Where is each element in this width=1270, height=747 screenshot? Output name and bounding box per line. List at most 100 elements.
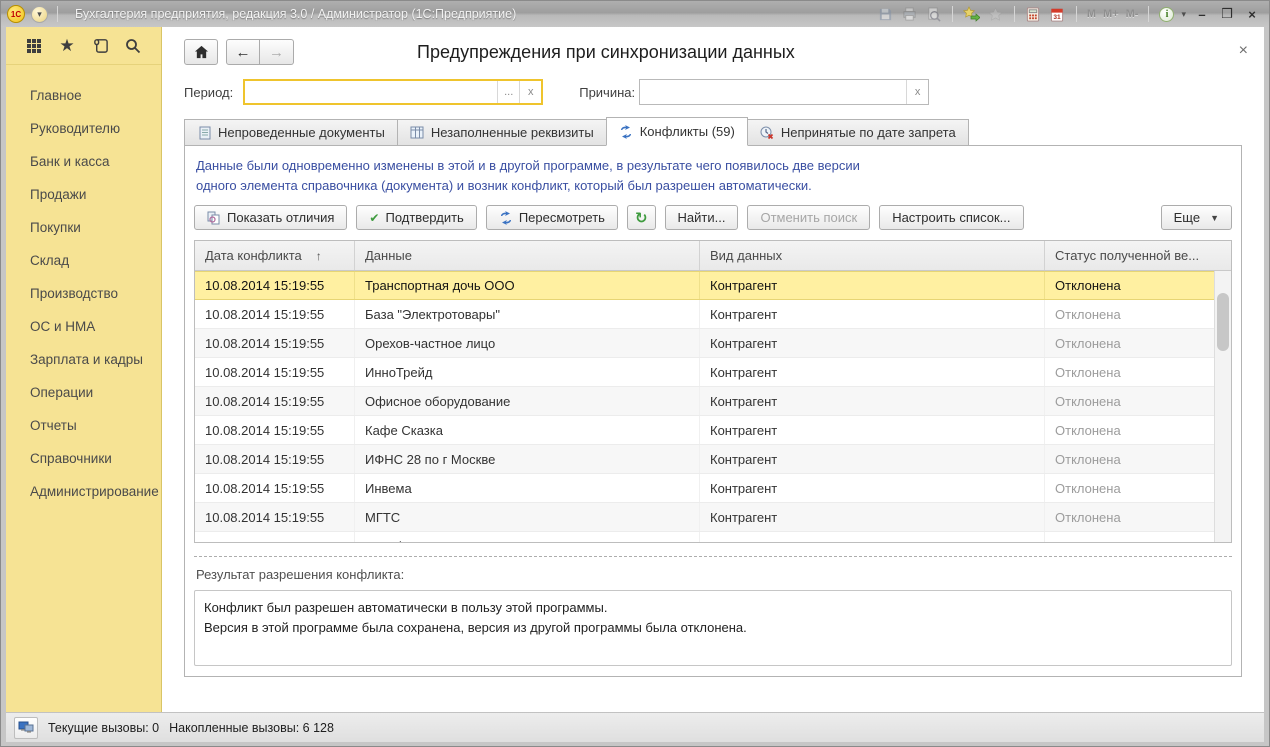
divider (57, 6, 58, 22)
column-header-status[interactable]: Статус полученной ве... (1045, 241, 1231, 270)
sidebar-item-pokupki[interactable]: Покупки (30, 211, 161, 244)
page-header: ← → Предупреждения при синхронизации дан… (162, 27, 1264, 71)
calculator-icon[interactable] (1025, 6, 1042, 22)
add-favorite-icon[interactable] (963, 6, 980, 22)
sidebar-item-operacii[interactable]: Операции (30, 376, 161, 409)
tab-nonposted-documents[interactable]: Непроведенные документы (184, 119, 398, 145)
find-button[interactable]: Найти... (665, 205, 739, 230)
info-caret-icon[interactable]: ▾ (1181, 9, 1186, 20)
description-line: Данные были одновременно изменены в этой… (196, 156, 1230, 176)
sidebar-item-glavnoe[interactable]: Главное (30, 79, 161, 112)
button-label: Отменить поиск (760, 210, 857, 225)
vertical-scrollbar[interactable] (1214, 271, 1231, 542)
cell-status: Отклонена (1045, 300, 1214, 328)
compare-icon (207, 211, 221, 225)
description-line: одного элемента справочника (документа) … (196, 176, 1230, 196)
cell-data: База "Электротовары" (355, 300, 700, 328)
table-row[interactable]: 10.08.2014 15:19:55 Кафе Сказка Контраге… (195, 416, 1214, 445)
back-button[interactable]: ← (226, 39, 260, 65)
home-button[interactable] (184, 39, 218, 65)
sidebar-item-zarplata[interactable]: Зарплата и кадры (30, 343, 161, 376)
maximize-button[interactable]: ❒ (1218, 6, 1236, 22)
column-header-kind[interactable]: Вид данных (700, 241, 1045, 270)
cell-data: Транспортная дочь ООО (355, 272, 700, 299)
back-arrow-icon: ← (236, 44, 251, 61)
sections-grid-icon[interactable] (24, 36, 44, 56)
table-row[interactable]: 10.08.2014 15:19:55 МГТС Контрагент Откл… (195, 503, 1214, 532)
period-input[interactable] (245, 81, 497, 103)
period-clear-button[interactable]: x (519, 81, 541, 103)
memory-plus-button: M+ (1103, 8, 1119, 20)
refresh-icon: ↻ (635, 209, 648, 227)
review-button[interactable]: Пересмотреть (486, 205, 618, 230)
reason-input[interactable] (640, 80, 906, 104)
sidebar-item-otchety[interactable]: Отчеты (30, 409, 161, 442)
table-row[interactable]: 10.08.2014 15:19:55 Инвема Контрагент От… (195, 474, 1214, 503)
conflict-description: Данные были одновременно изменены в этой… (194, 154, 1232, 201)
result-label: Результат разрешения конфликта: (194, 557, 1232, 590)
current-calls: Текущие вызовы: 0 (48, 721, 159, 735)
accumulated-calls: Накопленные вызовы: 6 128 (169, 721, 334, 735)
cell-date: 10.08.2014 15:19:55 (195, 416, 355, 444)
refresh-button[interactable]: ↻ (627, 205, 656, 230)
sidebar-item-administrirovanie[interactable]: Администрирование (30, 475, 161, 508)
table-row[interactable]: 10.08.2014 15:19:55 Аэрофлот Контрагент … (195, 532, 1214, 543)
column-label: Статус полученной ве... (1055, 248, 1199, 263)
column-label: Данные (365, 248, 412, 263)
column-header-data[interactable]: Данные (355, 241, 700, 270)
cell-date: 10.08.2014 15:19:55 (195, 532, 355, 543)
filter-row: Период: ... x Причина: x (162, 71, 1264, 113)
cell-status: Отклонена (1045, 387, 1214, 415)
column-header-date[interactable]: Дата конфликта ↑ (195, 241, 355, 270)
favorites-star-icon[interactable]: ★ (57, 36, 77, 56)
cell-kind: Контрагент (700, 272, 1045, 299)
server-calls-icon[interactable] (14, 717, 38, 739)
confirm-button[interactable]: ✔ Подтвердить (356, 205, 476, 230)
sidebar-item-sklad[interactable]: Склад (30, 244, 161, 277)
conflicts-panel: Данные были одновременно изменены в этой… (184, 146, 1242, 677)
button-label: Подтвердить (385, 210, 463, 225)
sync-conflict-icon (619, 125, 634, 139)
sidebar-item-prodazhi[interactable]: Продажи (30, 178, 161, 211)
result-line: Конфликт был разрешен автоматически в по… (204, 598, 1222, 618)
table-row[interactable]: 10.08.2014 15:19:55 Транспортная дочь ОО… (195, 271, 1214, 300)
tab-rejected-by-date[interactable]: Непринятые по дате запрета (747, 119, 969, 145)
history-icon[interactable] (90, 36, 110, 56)
tab-unfilled-attributes[interactable]: Незаполненные реквизиты (397, 119, 607, 145)
cell-date: 10.08.2014 15:19:55 (195, 387, 355, 415)
scrollbar-thumb[interactable] (1217, 293, 1229, 351)
reason-clear-button[interactable]: x (906, 80, 928, 104)
more-button[interactable]: Еще ▼ (1161, 205, 1232, 230)
table-row[interactable]: 10.08.2014 15:19:55 Орехов-частное лицо … (195, 329, 1214, 358)
button-label: Пересмотреть (519, 210, 605, 225)
configure-list-button[interactable]: Настроить список... (879, 205, 1023, 230)
main-menu-button[interactable]: ▾ (31, 6, 48, 23)
save-icon (877, 6, 894, 22)
sidebar-item-spravochniki[interactable]: Справочники (30, 442, 161, 475)
minimize-button[interactable]: – (1193, 7, 1211, 22)
table-row[interactable]: 10.08.2014 15:19:55 ИнноТрейд Контрагент… (195, 358, 1214, 387)
tab-conflicts[interactable]: Конфликты (59) (606, 117, 748, 146)
table-row[interactable]: 10.08.2014 15:19:55 ИФНС 28 по г Москве … (195, 445, 1214, 474)
table-row[interactable]: 10.08.2014 15:19:55 База "Электротовары"… (195, 300, 1214, 329)
table-header: Дата конфликта ↑ Данные Вид данных Стату… (195, 241, 1231, 271)
close-window-button[interactable]: × (1243, 7, 1261, 22)
period-ellipsis-button[interactable]: ... (497, 81, 519, 103)
cell-kind: Контрагент (700, 474, 1045, 502)
search-icon[interactable] (123, 36, 143, 56)
sidebar-item-rukovoditelyu[interactable]: Руководителю (30, 112, 161, 145)
cell-data: Офисное оборудование (355, 387, 700, 415)
table-row[interactable]: 10.08.2014 15:19:55 Офисное оборудование… (195, 387, 1214, 416)
sidebar-item-proizvodstvo[interactable]: Производство (30, 277, 161, 310)
close-form-icon[interactable]: × (1239, 43, 1248, 59)
reason-field: x (639, 79, 929, 105)
calendar-icon[interactable]: 31 (1049, 6, 1066, 22)
period-field: ... x (243, 79, 543, 105)
sidebar-item-bank-i-kassa[interactable]: Банк и касса (30, 145, 161, 178)
sidebar-item-os-i-nma[interactable]: ОС и НМА (30, 310, 161, 343)
check-icon: ✔ (369, 211, 379, 225)
reason-wrap: Причина: x (579, 79, 929, 105)
show-differences-button[interactable]: Показать отличия (194, 205, 347, 230)
info-icon[interactable]: i (1159, 7, 1174, 22)
cell-status: Отклонена (1045, 329, 1214, 357)
